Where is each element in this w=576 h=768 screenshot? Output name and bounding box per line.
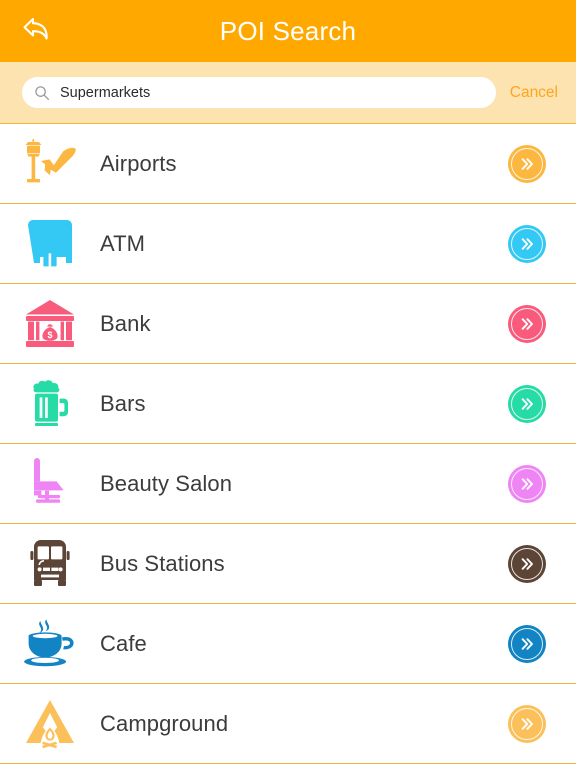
bank-icon: $ <box>0 284 100 364</box>
search-bar: Supermarkets Cancel <box>0 62 576 124</box>
double-chevron-right-icon <box>518 395 536 413</box>
coffee-cup-icon <box>0 604 100 684</box>
back-button[interactable] <box>14 8 68 54</box>
navigation-bar: POI Search <box>0 0 576 62</box>
disclosure-button[interactable] <box>508 624 546 663</box>
double-chevron-right-icon <box>518 715 536 733</box>
list-item[interactable]: Bars <box>0 364 576 444</box>
atm-icon <box>0 204 100 284</box>
disclosure-button[interactable] <box>508 224 546 263</box>
list-item[interactable]: Campground <box>0 684 576 764</box>
disclosure-button[interactable] <box>508 304 546 343</box>
list-item[interactable]: $ Bank <box>0 284 576 364</box>
list-item-label: Bank <box>100 310 151 336</box>
disclosure-button[interactable] <box>508 384 546 423</box>
double-chevron-right-icon <box>518 475 536 493</box>
list-item-label: Cafe <box>100 630 147 656</box>
double-chevron-right-icon <box>518 555 536 573</box>
disclosure-button[interactable] <box>508 704 546 743</box>
poi-category-list[interactable]: Airports ATM $ Bank Bars Beauty Salon Bu… <box>0 124 576 768</box>
cancel-button[interactable]: Cancel <box>510 84 558 102</box>
page-title: POI Search <box>219 15 357 46</box>
back-arrow-icon <box>20 15 54 48</box>
salon-chair-icon <box>0 444 100 524</box>
list-item-label: Bars <box>100 390 146 416</box>
list-item-label: Bus Stations <box>100 550 225 576</box>
list-item[interactable]: Beauty Salon <box>0 444 576 524</box>
double-chevron-right-icon <box>518 155 536 173</box>
list-item-label: ATM <box>100 230 146 256</box>
list-item[interactable]: ATM <box>0 204 576 284</box>
list-item-label: Campground <box>100 710 229 736</box>
beer-mug-icon <box>0 364 100 444</box>
svg-text:$: $ <box>47 330 52 340</box>
list-item-label: Beauty Salon <box>100 470 233 496</box>
poi-search-screen: POI Search Supermarkets Cancel Airports … <box>0 0 576 768</box>
disclosure-button[interactable] <box>508 464 546 503</box>
tent-icon <box>0 684 100 764</box>
list-item-label: Airports <box>100 150 177 176</box>
disclosure-button[interactable] <box>508 544 546 583</box>
double-chevron-right-icon <box>518 635 536 653</box>
disclosure-button[interactable] <box>508 144 546 183</box>
bus-icon <box>0 524 100 604</box>
search-input[interactable]: Supermarkets <box>22 77 496 108</box>
double-chevron-right-icon <box>518 235 536 253</box>
double-chevron-right-icon <box>518 315 536 333</box>
list-item[interactable]: Cafe <box>0 604 576 684</box>
list-item[interactable]: Airports <box>0 124 576 204</box>
airport-icon <box>0 124 100 204</box>
search-input-value: Supermarkets <box>60 84 151 101</box>
search-icon <box>34 85 50 101</box>
list-item[interactable]: Bus Stations <box>0 524 576 604</box>
